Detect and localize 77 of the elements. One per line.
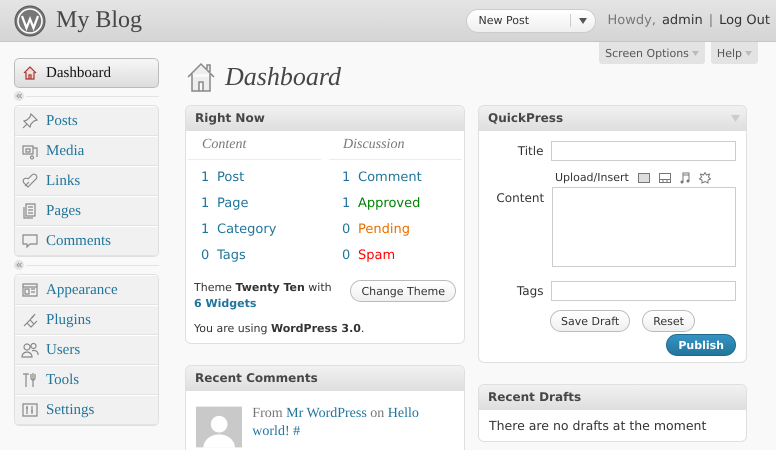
- menu-item[interactable]: Posts: [15, 106, 158, 136]
- menu-item[interactable]: Media: [15, 136, 158, 166]
- menu-item[interactable]: Dashboard: [14, 58, 159, 88]
- content-field[interactable]: [552, 187, 736, 267]
- users-icon: [21, 341, 39, 359]
- collapse-arrows-icon[interactable]: [14, 260, 24, 270]
- menu-item[interactable]: Pages: [15, 196, 158, 226]
- menu-item[interactable]: Users: [15, 335, 158, 365]
- house-icon: [21, 64, 39, 82]
- theme-text: Theme Twenty Ten with: [194, 281, 332, 294]
- caret-icon: [745, 50, 752, 56]
- stat-link[interactable]: Approved: [358, 196, 420, 210]
- panel-header[interactable]: Recent Drafts: [479, 385, 746, 410]
- stat-link[interactable]: Tags: [217, 248, 246, 262]
- collapse-arrows-icon[interactable]: [14, 91, 24, 101]
- title-field[interactable]: [551, 141, 736, 161]
- stat-link[interactable]: Comment: [358, 170, 422, 184]
- stat-link[interactable]: Post: [217, 170, 244, 184]
- menu-item[interactable]: Settings: [15, 395, 158, 425]
- pin-icon: [21, 112, 39, 130]
- site-title[interactable]: My Blog: [56, 7, 142, 34]
- empty-message: There are no drafts at the moment: [489, 418, 708, 433]
- menu-item[interactable]: Links: [15, 166, 158, 196]
- column-heading: Content: [188, 131, 321, 160]
- music-note-icon[interactable]: [680, 172, 690, 184]
- star-burst-icon[interactable]: [698, 172, 711, 184]
- separator-text: |: [708, 13, 714, 28]
- stat-link[interactable]: Category: [217, 222, 276, 236]
- username-link[interactable]: admin: [662, 13, 703, 28]
- panel-header[interactable]: Right Now: [186, 106, 464, 131]
- count-link[interactable]: 1: [201, 196, 209, 210]
- layout-icon: [21, 281, 39, 299]
- house-icon: [185, 61, 217, 93]
- wordpress-logo-icon[interactable]: [14, 4, 46, 36]
- tags-field[interactable]: [551, 281, 736, 301]
- panel-header[interactable]: QuickPress: [479, 106, 746, 131]
- image-icon[interactable]: [638, 172, 650, 182]
- count-link[interactable]: 0: [342, 248, 350, 262]
- greeting-text: Howdy,: [608, 13, 656, 28]
- comment-text: From Mr WordPress on Hello world! #: [252, 405, 420, 441]
- reset-button[interactable]: Reset: [642, 310, 695, 332]
- field-label: Content: [495, 190, 544, 205]
- change-theme-button[interactable]: Change Theme: [350, 280, 456, 302]
- screen-tab[interactable]: Screen Options: [599, 42, 705, 64]
- gallery-icon[interactable]: [658, 172, 671, 182]
- save-draft-button[interactable]: Save Draft: [550, 310, 630, 332]
- stat-link[interactable]: Page: [217, 196, 248, 210]
- count-link[interactable]: 1: [342, 196, 350, 210]
- menu-item[interactable]: Tools: [15, 365, 158, 395]
- caret-icon: [692, 50, 699, 56]
- plug-icon: [21, 311, 39, 329]
- stat-link[interactable]: Spam: [358, 248, 396, 262]
- logout-link[interactable]: Log Out: [719, 13, 770, 28]
- panel-header[interactable]: Recent Comments: [186, 366, 464, 391]
- publish-button[interactable]: Publish: [666, 334, 736, 356]
- screen-tab[interactable]: Help: [710, 42, 758, 64]
- count-link[interactable]: 1: [201, 222, 209, 236]
- version-text: You are using WordPress 3.0.: [194, 322, 366, 335]
- caret-icon: [578, 18, 586, 24]
- field-label: Title: [516, 144, 544, 158]
- stat-link[interactable]: Pending: [358, 222, 410, 236]
- menu-item[interactable]: Plugins: [15, 305, 158, 335]
- comment-icon: [21, 232, 39, 250]
- column-heading: Discussion: [329, 131, 462, 160]
- link-icon: [21, 172, 39, 190]
- count-link[interactable]: 0: [201, 248, 209, 262]
- menu-item[interactable]: Appearance: [15, 275, 158, 305]
- settings-icon: [21, 401, 39, 419]
- upload-label: Upload/Insert: [555, 171, 629, 184]
- menu-item[interactable]: Comments: [15, 226, 158, 256]
- count-link[interactable]: 1: [201, 170, 209, 184]
- count-link[interactable]: 1: [342, 170, 350, 184]
- new-post-dropdown[interactable]: New Post: [466, 8, 596, 32]
- field-label: Tags: [516, 284, 544, 298]
- page-title: Dashboard: [225, 62, 342, 92]
- count-link[interactable]: 0: [342, 222, 350, 236]
- widgets-link[interactable]: 6 Widgets: [194, 297, 256, 310]
